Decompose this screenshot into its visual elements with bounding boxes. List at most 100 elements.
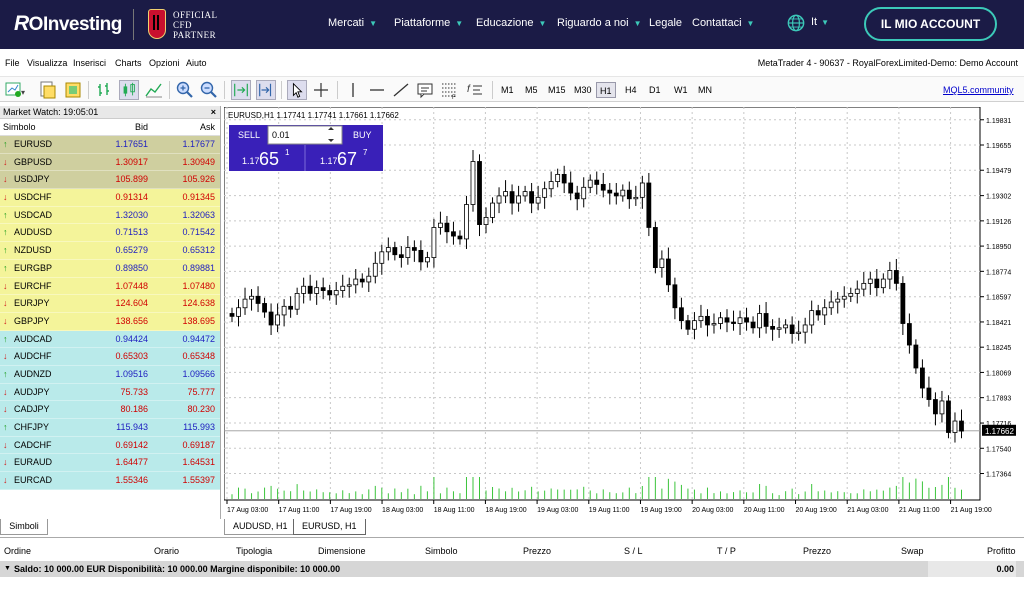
column-ask[interactable]: Ask <box>200 119 215 136</box>
column-prezzo[interactable]: Prezzo <box>523 546 551 556</box>
candlestick-icon[interactable] <box>119 80 139 100</box>
market-watch-row[interactable]: ↓ USDCHF 0.91314 0.91345 <box>0 189 220 207</box>
timeframe-w1[interactable]: W1 <box>671 82 691 98</box>
market-watch-row[interactable]: ↓ AUDCHF 0.65303 0.65348 <box>0 348 220 366</box>
price-tick-label: 1.19479 <box>986 168 1011 175</box>
column-bid[interactable]: Bid <box>135 119 148 136</box>
crosshair-icon[interactable] <box>311 80 331 100</box>
timeframe-m15[interactable]: M15 <box>545 82 569 98</box>
market-watch-row[interactable]: ↓ CADJPY 80.186 80.230 <box>0 401 220 419</box>
timeframe-m1[interactable]: M1 <box>498 82 517 98</box>
tab-simboli[interactable]: Simboli <box>0 519 48 535</box>
market-watch-row[interactable]: ↑ AUDUSD 0.71513 0.71542 <box>0 224 220 243</box>
text-label-icon[interactable] <box>415 80 435 100</box>
nav-item-mercati[interactable]: Mercati ▼ <box>328 17 377 29</box>
market-watch-row[interactable]: ↓ USDJPY 105.899 105.926 <box>0 171 220 190</box>
market-watch-row[interactable]: ↑ AUDCAD 0.94424 0.94472 <box>0 330 220 349</box>
terminal-panel: Ordine Orario Tipologia Dimensione Simbo… <box>0 537 1024 611</box>
nav-item-riguardo[interactable]: Riguardo a noi ▼ <box>557 17 641 29</box>
svg-text:F: F <box>452 95 456 100</box>
menu-file[interactable]: File <box>5 58 20 68</box>
arrow-up-icon: ↑ <box>3 262 8 273</box>
fibonacci-icon[interactable]: F <box>439 80 459 100</box>
nav-item-piattaforme[interactable]: Piattaforme ▼ <box>394 17 463 29</box>
market-watch-row[interactable]: ↑ NZDUSD 0.65279 0.65312 <box>0 242 220 260</box>
market-watch-row[interactable]: ↓ GBPJPY 138.656 138.695 <box>0 312 220 331</box>
column-stop-loss[interactable]: S / L <box>624 546 643 556</box>
column-profitto[interactable]: Profitto <box>987 546 1016 556</box>
vertical-line-icon[interactable] <box>343 80 363 100</box>
timeframe-m30[interactable]: M30 <box>571 82 595 98</box>
zoom-out-icon[interactable] <box>199 80 219 100</box>
indicators-icon[interactable]: f <box>465 80 485 100</box>
row-ask: 1.64531 <box>182 457 215 468</box>
menu-visualizza[interactable]: Visualizza <box>27 58 67 68</box>
line-chart-icon[interactable] <box>144 80 164 100</box>
time-tick-label: 20 Aug 03:00 <box>692 507 733 514</box>
brand-logo[interactable]: ROInvesting <box>14 12 122 36</box>
nav-item-contattaci[interactable]: Contattaci ▼ <box>692 17 754 29</box>
column-take-profit[interactable]: T / P <box>717 546 736 556</box>
arrow-down-icon: ↓ <box>3 315 8 326</box>
market-watch-row[interactable]: ↑ USDCAD 1.32030 1.32063 <box>0 206 220 225</box>
chart-shift-icon[interactable] <box>256 80 276 100</box>
profiles-icon[interactable] <box>38 80 58 100</box>
my-account-button[interactable]: IL MIO ACCOUNT <box>864 7 997 41</box>
market-watch-icon[interactable] <box>63 80 83 100</box>
column-dimensione[interactable]: Dimensione <box>318 546 366 556</box>
mql5-community-link[interactable]: MQL5.community <box>943 85 1014 95</box>
market-watch-row[interactable]: ↓ CADCHF 0.69142 0.69187 <box>0 436 220 455</box>
price-chart[interactable]: 1.19831 1.19655 1.19479 1.19302 1.19126 1.189… <box>224 107 1024 517</box>
market-watch-row[interactable]: ↓ EURCHF 1.07448 1.07480 <box>0 277 220 296</box>
column-simbolo[interactable]: Simbolo <box>425 546 458 556</box>
time-tick-label: 18 Aug 03:00 <box>382 507 423 514</box>
timeframe-h4[interactable]: H4 <box>622 82 640 98</box>
menu-aiuto[interactable]: Aiuto <box>186 58 207 68</box>
column-tipologia[interactable]: Tipologia <box>236 546 272 556</box>
close-icon[interactable]: × <box>211 106 216 119</box>
menu-opzioni[interactable]: Opzioni <box>149 58 180 68</box>
market-watch-row[interactable]: ↓ AUDJPY 75.733 75.777 <box>0 383 220 402</box>
price-tick-label: 1.19126 <box>986 219 1011 226</box>
candle <box>477 154 482 237</box>
column-ordine[interactable]: Ordine <box>4 546 31 556</box>
collapse-icon[interactable]: ▼ <box>4 561 11 577</box>
column-symbol[interactable]: Simbolo <box>3 119 36 136</box>
chart-tab-audusd[interactable]: AUDUSD, H1 <box>224 519 297 535</box>
chart-tab-eurusd[interactable]: EURUSD, H1 <box>293 519 366 535</box>
market-watch-row[interactable]: ↑ EURUSD 1.17651 1.17677 <box>0 136 220 154</box>
market-watch-row[interactable]: ↓ GBPUSD 1.30917 1.30949 <box>0 153 220 172</box>
nav-item-legale[interactable]: Legale <box>649 17 682 29</box>
time-tick-label: 17 Aug 19:00 <box>330 507 371 514</box>
new-chart-icon[interactable]: ▾ <box>4 80 30 100</box>
cursor-icon[interactable] <box>287 80 307 100</box>
column-prezzo-corrente[interactable]: Prezzo <box>803 546 831 556</box>
timeframe-m5[interactable]: M5 <box>522 82 541 98</box>
timeframe-d1[interactable]: D1 <box>646 82 664 98</box>
zoom-in-icon[interactable] <box>175 80 195 100</box>
menu-inserisci[interactable]: Inserisci <box>73 58 106 68</box>
balance-row[interactable]: ▼ Saldo: 10 000.00 EUR Disponibilità: 10… <box>0 561 1024 577</box>
nav-item-educazione[interactable]: Educazione ▼ <box>476 17 546 29</box>
market-watch-row[interactable]: ↑ EURGBP 0.89850 0.89881 <box>0 259 220 278</box>
market-watch-row[interactable]: ↓ EURAUD 1.64477 1.64531 <box>0 454 220 473</box>
menu-charts[interactable]: Charts <box>115 58 142 68</box>
auto-scroll-icon[interactable] <box>231 80 251 100</box>
column-swap[interactable]: Swap <box>901 546 924 556</box>
caret-down-icon: ▼ <box>821 18 830 27</box>
market-watch-row[interactable]: ↓ EURCAD 1.55346 1.55397 <box>0 472 220 490</box>
bar-chart-icon[interactable] <box>95 80 115 100</box>
arrow-down-icon: ↓ <box>3 439 8 450</box>
trendline-icon[interactable] <box>391 80 411 100</box>
current-price-marker: 1.17662 <box>982 424 1016 436</box>
buy-price-prefix: 1.17 <box>320 156 338 166</box>
globe-icon[interactable] <box>787 14 805 32</box>
column-orario[interactable]: Orario <box>154 546 179 556</box>
timeframe-mn[interactable]: MN <box>695 82 715 98</box>
market-watch-row[interactable]: ↑ CHFJPY 115.943 115.993 <box>0 419 220 437</box>
timeframe-h1[interactable]: H1 <box>596 82 616 98</box>
market-watch-row[interactable]: ↑ AUDNZD 1.09516 1.09566 <box>0 365 220 384</box>
horizontal-line-icon[interactable] <box>367 80 387 100</box>
market-watch-row[interactable]: ↓ EURJPY 124.604 124.638 <box>0 295 220 313</box>
language-selector[interactable]: It ▼ <box>811 16 829 28</box>
